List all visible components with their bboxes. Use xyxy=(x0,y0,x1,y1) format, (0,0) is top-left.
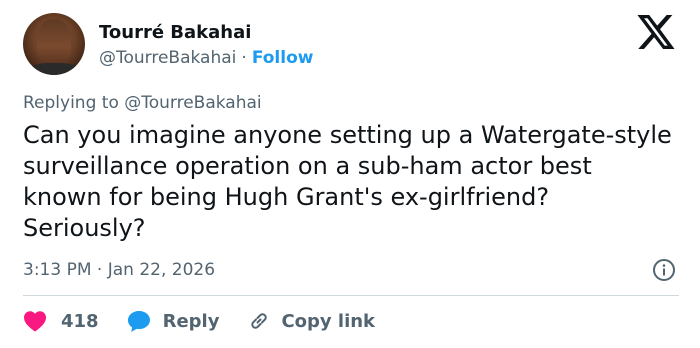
replying-handle-link[interactable]: @TourreBakahai xyxy=(124,93,261,113)
link-icon xyxy=(251,313,268,329)
action-bar: 418 Reply Copy link xyxy=(23,308,375,334)
author-handle[interactable]: @TourreBakahai xyxy=(99,48,236,68)
avatar-face xyxy=(37,19,71,65)
heart-icon xyxy=(24,311,46,332)
speech-bubble-icon xyxy=(127,310,150,332)
avatar-shirt xyxy=(27,63,81,75)
replying-to: Replying to @TourreBakahai xyxy=(23,93,262,113)
like-count: 418 xyxy=(61,310,99,332)
reply-button[interactable]: Reply xyxy=(127,310,220,333)
copy-link-button[interactable]: Copy link xyxy=(247,309,375,333)
tweet-timestamp[interactable]: 3:13 PM · Jan 22, 2026 xyxy=(23,260,215,280)
reply-label: Reply xyxy=(162,310,220,332)
divider xyxy=(23,295,679,296)
separator-dot: · xyxy=(241,48,247,68)
author-name[interactable]: Tourré Bakahai xyxy=(99,22,251,43)
follow-button[interactable]: Follow xyxy=(252,48,314,68)
author-avatar[interactable] xyxy=(23,13,85,75)
replying-prefix: Replying to xyxy=(23,93,119,113)
copy-link-label: Copy link xyxy=(281,310,376,332)
x-logo-icon[interactable] xyxy=(637,15,675,49)
info-icon[interactable] xyxy=(652,258,676,282)
tweet-text: Can you imagine anyone setting up a Wate… xyxy=(23,121,672,242)
like-button[interactable]: 418 xyxy=(23,310,99,332)
author-handle-row: @TourreBakahai · Follow xyxy=(99,48,313,68)
